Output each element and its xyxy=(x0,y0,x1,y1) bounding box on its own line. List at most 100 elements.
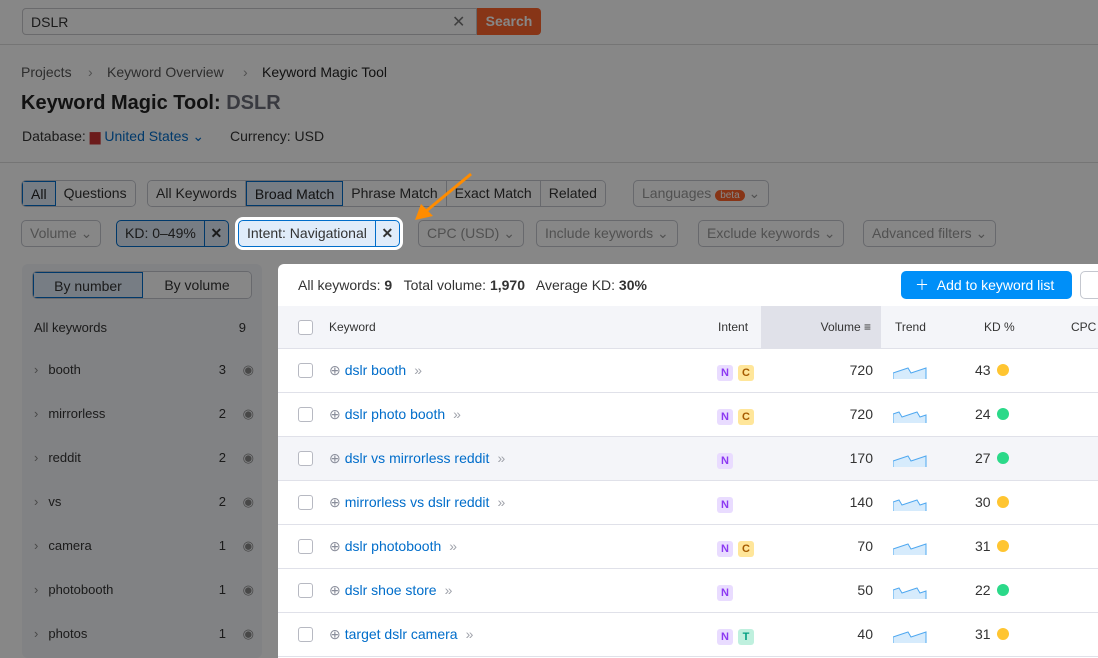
keyword-link[interactable]: mirrorless vs dslr reddit xyxy=(345,494,490,510)
add-circle-icon[interactable]: ⊕ xyxy=(329,406,341,422)
col-kd[interactable]: KD % xyxy=(984,320,1015,334)
trend-sparkline xyxy=(893,455,927,467)
table-row: ⊕ dslr photo booth » NC 720 24 xyxy=(278,393,1098,437)
kd-dot xyxy=(996,496,1009,508)
arrow-pointer-icon xyxy=(415,172,472,220)
trend-sparkline xyxy=(893,543,927,555)
table-row: ⊕ dslr shoe store » N 50 22 xyxy=(278,569,1098,613)
volume: 720 xyxy=(849,406,873,422)
more-button[interactable] xyxy=(1080,271,1098,299)
trend-sparkline xyxy=(893,367,927,379)
intent-badge: N xyxy=(717,629,733,645)
row-checkbox[interactable] xyxy=(298,407,313,422)
kd-value: 31 xyxy=(975,626,991,642)
kd-dot xyxy=(996,584,1009,596)
summary: All keywords: 9 Total volume: 1,970 Aver… xyxy=(298,277,647,293)
col-cpc[interactable]: CPC xyxy=(1071,320,1096,334)
kd-value: 22 xyxy=(975,582,991,598)
volume: 170 xyxy=(849,450,873,466)
intent-badge: T xyxy=(738,629,754,645)
double-chevron-icon[interactable]: » xyxy=(414,362,422,378)
trend-sparkline xyxy=(893,587,927,599)
trend-sparkline xyxy=(893,499,927,511)
keyword-link[interactable]: dslr booth xyxy=(345,362,406,378)
add-circle-icon[interactable]: ⊕ xyxy=(329,538,341,554)
keyword-link[interactable]: dslr photo booth xyxy=(345,406,445,422)
table-row: ⊕ dslr photobooth » NC 70 31 xyxy=(278,525,1098,569)
intent-badge: N xyxy=(717,497,733,513)
close-icon[interactable]: ✕ xyxy=(374,221,399,246)
double-chevron-icon[interactable]: » xyxy=(445,582,453,598)
col-intent[interactable]: Intent xyxy=(718,320,748,334)
kd-dot xyxy=(996,628,1009,640)
row-checkbox[interactable] xyxy=(298,539,313,554)
kd-dot xyxy=(996,452,1009,464)
col-trend[interactable]: Trend xyxy=(895,320,926,334)
kd-value: 27 xyxy=(975,450,991,466)
add-circle-icon[interactable]: ⊕ xyxy=(329,450,341,466)
keyword-link[interactable]: dslr vs mirrorless reddit xyxy=(345,450,490,466)
double-chevron-icon[interactable]: » xyxy=(497,494,505,510)
trend-sparkline xyxy=(893,631,927,643)
double-chevron-icon[interactable]: » xyxy=(449,538,457,554)
kd-value: 24 xyxy=(975,406,991,422)
sort-icon: ≡ xyxy=(863,320,871,334)
volume: 140 xyxy=(849,494,873,510)
intent-badge: N xyxy=(717,585,733,601)
add-label: Add to keyword list xyxy=(936,277,1055,293)
add-circle-icon[interactable]: ⊕ xyxy=(329,582,341,598)
add-circle-icon[interactable]: ⊕ xyxy=(329,362,341,378)
row-checkbox[interactable] xyxy=(298,495,313,510)
volume: 40 xyxy=(857,626,873,642)
add-to-keyword-list-button[interactable]: ＋ Add to keyword list xyxy=(901,271,1072,299)
add-circle-icon[interactable]: ⊕ xyxy=(329,626,341,642)
select-all-checkbox[interactable] xyxy=(298,320,313,335)
row-checkbox[interactable] xyxy=(298,451,313,466)
double-chevron-icon[interactable]: » xyxy=(497,450,505,466)
keyword-link[interactable]: target dslr camera xyxy=(345,626,458,642)
intent-filter-chip[interactable]: Intent: Navigational ✕ xyxy=(238,220,400,247)
v: 30% xyxy=(618,277,647,293)
col-volume[interactable]: Volume ≡ xyxy=(761,306,881,348)
row-checkbox[interactable] xyxy=(298,363,313,378)
kd-value: 43 xyxy=(975,362,991,378)
kd-value: 30 xyxy=(975,494,991,510)
keyword-link[interactable]: dslr shoe store xyxy=(345,582,437,598)
volume: 70 xyxy=(857,538,873,554)
intent-label: Intent: Navigational xyxy=(247,225,367,241)
kd-dot xyxy=(996,364,1009,376)
volume: 720 xyxy=(849,362,873,378)
table-row: ⊕ dslr vs mirrorless reddit » N 170 27 xyxy=(278,437,1098,481)
l: All keywords: xyxy=(298,277,381,293)
kd-dot xyxy=(996,408,1009,420)
kd-value: 31 xyxy=(975,538,991,554)
row-checkbox[interactable] xyxy=(298,627,313,642)
intent-badge: N xyxy=(717,541,733,557)
row-checkbox[interactable] xyxy=(298,583,313,598)
volume: 50 xyxy=(857,582,873,598)
l: Total volume: xyxy=(403,277,487,293)
trend-sparkline xyxy=(893,411,927,423)
intent-badge: N xyxy=(717,409,733,425)
double-chevron-icon[interactable]: » xyxy=(453,406,461,422)
table-row: ⊕ target dslr camera » NT 40 31 xyxy=(278,613,1098,657)
v: 1,970 xyxy=(489,277,525,293)
volume-label: Volume xyxy=(820,320,861,334)
double-chevron-icon[interactable]: » xyxy=(466,626,474,642)
intent-badge: C xyxy=(738,409,754,425)
l: Average KD: xyxy=(535,277,616,293)
table-row: ⊕ mirrorless vs dslr reddit » N 140 30 xyxy=(278,481,1098,525)
keyword-table: All keywords: 9 Total volume: 1,970 Aver… xyxy=(278,264,1098,658)
table-header: Keyword Intent Volume ≡ Trend KD % CPC xyxy=(278,306,1098,349)
col-keyword[interactable]: Keyword xyxy=(329,320,376,334)
keyword-link[interactable]: dslr photobooth xyxy=(345,538,442,554)
intent-badge: N xyxy=(717,453,733,469)
intent-badge: N xyxy=(717,365,733,381)
intent-badge: C xyxy=(738,365,754,381)
focus-highlight: Intent: Navigational ✕ xyxy=(235,217,403,250)
v: 9 xyxy=(384,277,393,293)
add-circle-icon[interactable]: ⊕ xyxy=(329,494,341,510)
table-row: ⊕ dslr booth » NC 720 43 xyxy=(278,349,1098,393)
intent-badge: C xyxy=(738,541,754,557)
kd-dot xyxy=(996,540,1009,552)
